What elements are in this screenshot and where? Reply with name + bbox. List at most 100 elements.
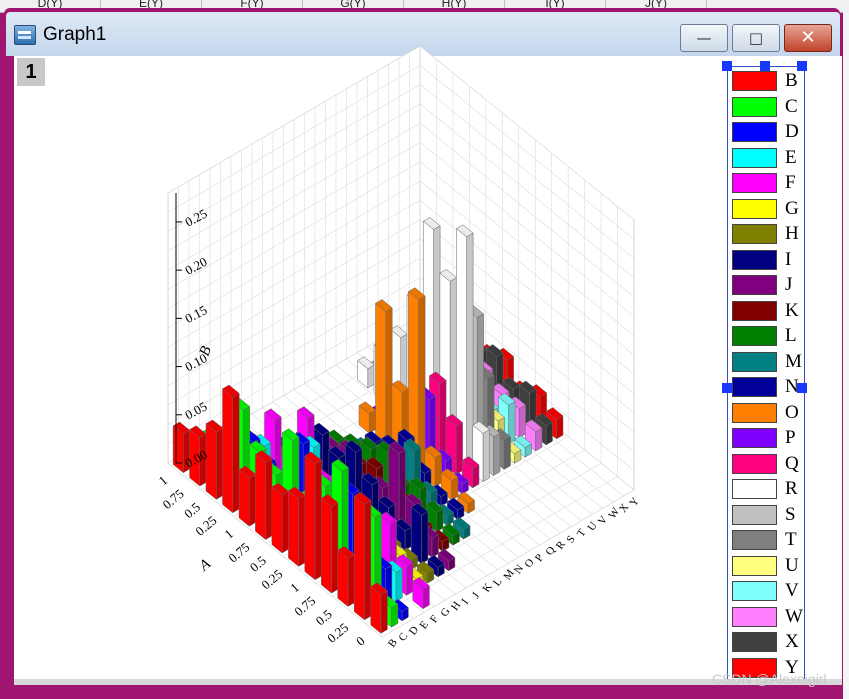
bar-B-front (337, 549, 349, 608)
legend-item[interactable]: X (732, 630, 802, 654)
legend-label: E (785, 146, 797, 168)
legend-handle-tl[interactable] (722, 61, 732, 71)
legend-item[interactable]: B (732, 69, 802, 93)
bar-R-side (466, 232, 474, 469)
bar3d-chart[interactable]: 0.000.050.100.150.200.25B00.250.50.7510.… (0, 0, 849, 699)
legend-swatch (732, 581, 777, 601)
x-tick-label: 0.25 (192, 513, 219, 539)
x-tick-label: 0.25 (258, 566, 285, 592)
bar-B-front (271, 486, 283, 554)
bar-B-front (353, 495, 365, 621)
bar-O-front (375, 302, 386, 448)
series-tick-label: L (491, 576, 505, 589)
legend-item[interactable]: S (732, 503, 802, 527)
legend-item[interactable]: U (732, 554, 802, 578)
legend-label: H (785, 223, 799, 244)
legend-swatch (732, 402, 777, 423)
x-tick-label: 1 (287, 580, 302, 596)
legend-label: V (785, 580, 799, 601)
legend-label: Q (785, 452, 799, 474)
bar-Q-side (439, 379, 447, 462)
legend-item[interactable]: M (732, 350, 802, 374)
bar-S-side (493, 432, 501, 477)
legend-swatch (732, 300, 777, 321)
legend-item[interactable]: F (732, 171, 802, 195)
bar-O-side (434, 453, 442, 488)
legend-label: S (785, 503, 796, 525)
bar-I-side (421, 511, 429, 565)
watermark: CSDN @Alexeigirl (712, 671, 827, 687)
bar-B-front (205, 423, 217, 500)
x-tick-label: 1 (221, 526, 236, 542)
legend-label: T (785, 529, 797, 550)
legend-label: C (785, 95, 798, 117)
legend-label: P (785, 427, 796, 448)
legend-box[interactable]: BCDEFGHIJKLMNOPQRSTUVWXY (727, 66, 805, 682)
legend-label: R (785, 478, 798, 499)
bar-B-side (314, 459, 322, 581)
bar-B-side (248, 473, 256, 527)
bar-F-side (406, 562, 414, 596)
bar-B-front (255, 453, 266, 541)
bar-B-side (380, 590, 388, 634)
legend-swatch (732, 606, 777, 627)
legend-handle-tr[interactable] (797, 61, 807, 71)
legend-swatch (732, 173, 777, 193)
bar-O-side (385, 307, 393, 448)
legend-handle-tc[interactable] (760, 61, 770, 71)
legend-swatch (732, 479, 777, 499)
bar-J-side (398, 449, 406, 532)
legend-label: B (785, 70, 798, 91)
series-tick-label: F (428, 613, 441, 625)
legend-item[interactable]: W (732, 605, 803, 629)
legend-label: W (785, 605, 803, 627)
legend-item[interactable]: G (732, 197, 802, 221)
legend-label: K (785, 299, 799, 321)
bar-B-side (265, 458, 273, 541)
legend-swatch (732, 632, 777, 652)
legend-item[interactable]: Q (732, 452, 802, 476)
legend-handle-ml[interactable] (722, 383, 732, 393)
legend-handle-mr[interactable] (797, 383, 807, 393)
legend-item[interactable]: H (732, 222, 802, 246)
legend-swatch (732, 249, 777, 270)
series-tick-label: P (533, 552, 546, 564)
legend-swatch (732, 377, 777, 397)
legend-item[interactable]: D (732, 120, 802, 144)
legend-item[interactable]: K (732, 299, 802, 323)
bar-B-front (238, 469, 250, 527)
bar-Q-side (455, 422, 463, 475)
legend-item[interactable]: V (732, 579, 802, 603)
legend-label: J (785, 274, 793, 295)
legend-item[interactable]: P (732, 426, 802, 450)
legend-label: I (785, 248, 792, 270)
legend-label: X (785, 631, 799, 652)
bar-B-front (222, 388, 233, 514)
legend-swatch (732, 224, 777, 244)
legend-item[interactable]: J (732, 273, 802, 297)
legend-item[interactable]: C (732, 95, 802, 119)
x-tick-label: 0.5 (181, 499, 203, 521)
legend-item[interactable]: L (732, 324, 802, 348)
legend-swatch (732, 530, 777, 550)
legend-item[interactable]: E (732, 146, 802, 170)
legend-swatch (732, 71, 777, 91)
bar-B-front (304, 455, 316, 581)
bar-B-front (288, 490, 299, 567)
legend-item[interactable]: N (732, 375, 802, 399)
legend-label: D (785, 121, 799, 142)
legend-swatch (732, 198, 777, 219)
legend-swatch (732, 504, 777, 525)
bar-B-side (216, 427, 224, 500)
legend-item[interactable]: I (732, 248, 802, 272)
x-tick-label: 0.25 (324, 620, 351, 646)
x-axis-label: A (196, 556, 215, 575)
bar-T-side (503, 436, 511, 470)
legend-swatch (732, 275, 777, 295)
legend-item[interactable]: T (732, 528, 802, 552)
series-tick-label: J (470, 590, 483, 601)
legend-item[interactable]: R (732, 477, 802, 501)
legend-item[interactable]: O (732, 401, 802, 425)
bar-B-side (281, 490, 289, 554)
series-tick-label: Y (627, 495, 641, 508)
